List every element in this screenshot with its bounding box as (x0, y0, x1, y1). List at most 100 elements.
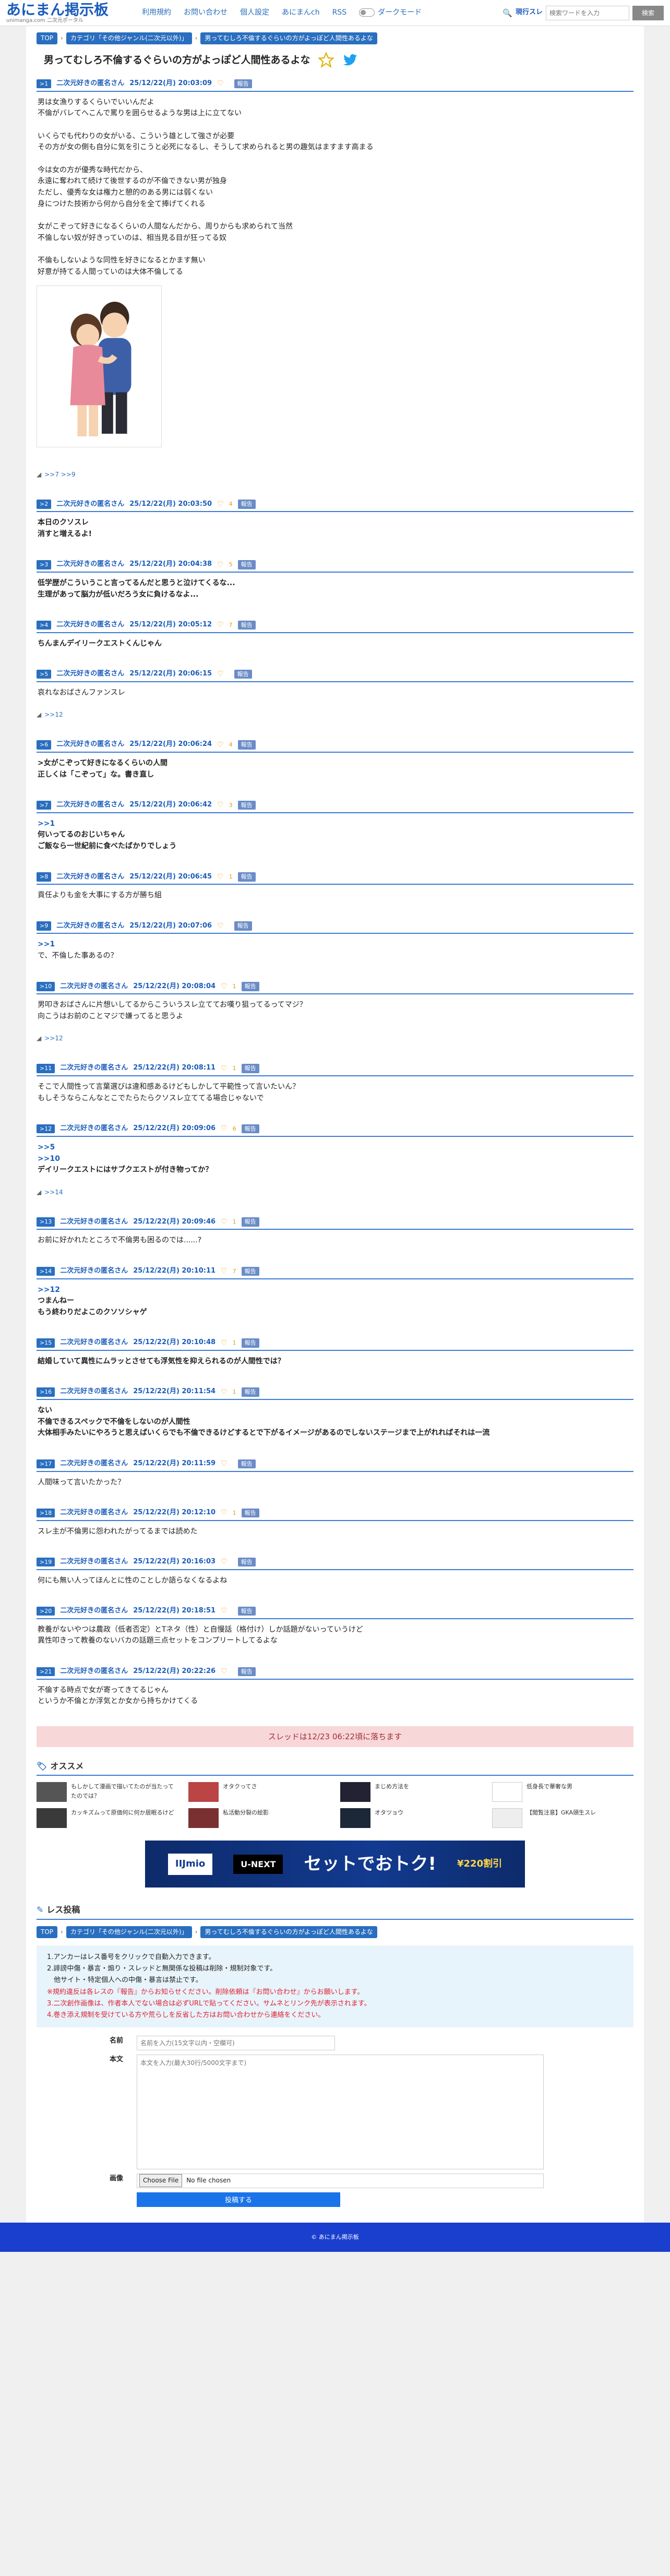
image-upload[interactable]: Choose File No file chosen (137, 2173, 544, 2188)
res-number[interactable]: >4 (37, 620, 52, 630)
res-number[interactable]: >2 (37, 500, 52, 509)
recommend-text[interactable]: 私活動分裂の絵影 (223, 1808, 269, 1818)
anchor-link[interactable]: >>1 (38, 820, 55, 828)
submit-button[interactable]: 投稿する (137, 2192, 340, 2207)
crumb-category[interactable]: カテゴリ「その他ジャンル(二次元以外)」 (66, 1926, 192, 1939)
recommend-thumbnail[interactable] (188, 1782, 219, 1802)
name-field[interactable] (137, 2035, 335, 2050)
heart-icon[interactable]: ♡ (221, 1556, 228, 1568)
recommend-thumbnail[interactable] (492, 1808, 522, 1829)
res-number[interactable]: >13 (37, 1217, 55, 1227)
report-button[interactable]: 報告 (237, 620, 256, 630)
report-button[interactable]: 報告 (241, 1124, 259, 1134)
res-number[interactable]: >15 (37, 1338, 55, 1348)
recommend-thumbnail[interactable] (340, 1782, 370, 1802)
crumb-top[interactable]: TOP (37, 32, 58, 45)
res-number[interactable]: >9 (37, 921, 52, 931)
ad-banner[interactable]: IIJmio U-NEXT セットでおトク! ¥220割引 (145, 1841, 525, 1888)
recommend-thumbnail[interactable] (37, 1782, 67, 1802)
report-button[interactable]: 報告 (237, 1606, 256, 1616)
heart-icon[interactable]: ♡ (217, 668, 224, 680)
reply-link[interactable]: >>7 >>9 (44, 470, 75, 480)
recommend-text[interactable]: カッキズムって原価何に何か居眠るけど (71, 1808, 174, 1818)
heart-icon[interactable]: ♡ (221, 981, 228, 992)
recommend-thumbnail[interactable] (340, 1808, 370, 1829)
recommend-item[interactable]: オタツョウ (340, 1808, 482, 1829)
crumb-thread[interactable]: 男ってむしろ不倫するぐらいの方がよっぽど人間性あるよな (200, 1926, 377, 1939)
report-button[interactable]: 報告 (241, 1387, 259, 1397)
heart-icon[interactable]: ♡ (217, 739, 224, 751)
nav-rss[interactable]: RSS (332, 7, 347, 18)
site-logo[interactable]: あにまん掲示板 unimanga.com 二次元ポータル (6, 2, 131, 24)
recommend-thumbnail[interactable] (188, 1808, 219, 1829)
res-number[interactable]: >20 (37, 1606, 55, 1616)
heart-icon[interactable]: ♡ (217, 78, 224, 89)
report-button[interactable]: 報告 (237, 560, 256, 569)
recommend-item[interactable]: もしかして漫画で描いてたのが当たってたのでは？ (37, 1782, 178, 1802)
toggle-switch-icon[interactable] (359, 8, 375, 17)
recommend-text[interactable]: 【閲覧注意】GKA頭生スレ (527, 1808, 596, 1818)
recommend-text[interactable]: もしかして漫画で描いてたのが当たってたのでは？ (71, 1782, 178, 1800)
crumb-category[interactable]: カテゴリ「その他ジャンル(二次元以外)」 (66, 32, 192, 45)
dark-mode-toggle[interactable]: ダークモード (359, 7, 422, 18)
report-button[interactable]: 報告 (234, 921, 252, 931)
heart-icon[interactable]: ♡ (221, 1216, 228, 1228)
report-button[interactable]: 報告 (241, 1508, 259, 1518)
recommend-item[interactable]: まじめ方法を (340, 1782, 482, 1802)
report-button[interactable]: 報告 (237, 1557, 256, 1567)
report-button[interactable]: 報告 (241, 1217, 259, 1227)
logo-main[interactable]: あにまん掲示板 (6, 2, 131, 18)
body-field[interactable] (137, 2054, 544, 2169)
res-number[interactable]: >1 (37, 79, 52, 89)
recommend-thumbnail[interactable] (37, 1808, 67, 1829)
res-number[interactable]: >8 (37, 872, 52, 882)
search-button[interactable]: 検索 (632, 5, 664, 20)
recommend-text[interactable]: オタツョウ (375, 1808, 403, 1818)
report-button[interactable]: 報告 (237, 872, 256, 882)
report-button[interactable]: 報告 (237, 500, 256, 509)
report-button[interactable]: 報告 (241, 1266, 259, 1276)
res-number[interactable]: >3 (37, 560, 52, 569)
heart-icon[interactable]: ♡ (221, 1265, 228, 1277)
heart-icon[interactable]: ♡ (221, 1386, 228, 1398)
nav-contact[interactable]: お問い合わせ (184, 7, 228, 18)
res-number[interactable]: >17 (37, 1459, 55, 1469)
reply-link[interactable]: >>12 (44, 1034, 63, 1043)
res-number[interactable]: >14 (37, 1266, 55, 1276)
anchor-link[interactable]: >>5 (38, 1143, 55, 1152)
res-number[interactable]: >12 (37, 1124, 55, 1134)
reply-link[interactable]: >>12 (44, 710, 63, 720)
recommend-item[interactable]: オタクってさ (188, 1782, 330, 1802)
report-button[interactable]: 報告 (241, 1064, 259, 1073)
heart-icon[interactable]: ♡ (221, 1063, 228, 1074)
recommend-text[interactable]: オタクってさ (223, 1782, 257, 1791)
heart-icon[interactable]: ♡ (217, 498, 224, 510)
heart-icon[interactable]: ♡ (217, 871, 224, 883)
heart-icon[interactable]: ♡ (221, 1605, 228, 1617)
report-button[interactable]: 報告 (237, 1667, 256, 1677)
recommend-item[interactable]: 私活動分裂の絵影 (188, 1808, 330, 1829)
res-number[interactable]: >21 (37, 1667, 55, 1677)
heart-icon[interactable]: ♡ (221, 1666, 228, 1677)
report-button[interactable]: 報告 (237, 800, 256, 810)
recommend-item[interactable]: 【閲覧注意】GKA頭生スレ (492, 1808, 633, 1829)
heart-icon[interactable]: ♡ (217, 920, 224, 932)
report-button[interactable]: 報告 (234, 669, 252, 679)
heart-icon[interactable]: ♡ (217, 559, 224, 571)
res-number[interactable]: >16 (37, 1387, 55, 1397)
heart-icon[interactable]: ♡ (221, 1507, 228, 1518)
recommend-thumbnail[interactable] (492, 1782, 522, 1802)
res-number[interactable]: >7 (37, 800, 52, 810)
crumb-thread[interactable]: 男ってむしろ不倫するぐらいの方がよっぽど人間性あるよな (200, 32, 377, 45)
report-button[interactable]: 報告 (241, 1338, 259, 1348)
recommend-text[interactable]: まじめ方法を (375, 1782, 409, 1791)
heart-icon[interactable]: ♡ (221, 1458, 228, 1469)
anchor-link[interactable]: >>10 (38, 1155, 60, 1163)
recommend-item[interactable]: 低身長で華奢な男 (492, 1782, 633, 1802)
favorite-star-icon[interactable] (317, 52, 334, 68)
res-number[interactable]: >18 (37, 1508, 55, 1518)
twitter-share-icon[interactable] (342, 52, 358, 68)
heart-icon[interactable]: ♡ (217, 799, 224, 811)
search-input[interactable] (546, 5, 629, 20)
res-number[interactable]: >19 (37, 1557, 55, 1567)
